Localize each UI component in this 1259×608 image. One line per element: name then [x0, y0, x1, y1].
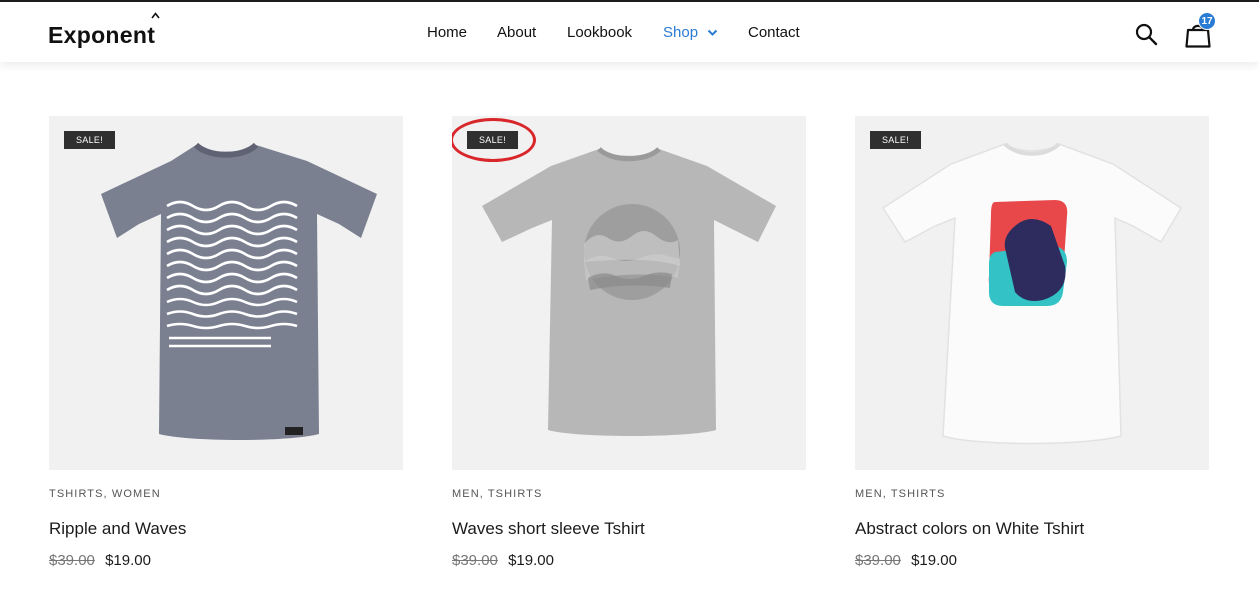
product-price: $39.00 $19.00	[49, 551, 403, 571]
tshirt-image	[482, 147, 776, 436]
nav-contact[interactable]: Contact	[748, 23, 800, 43]
tshirt-image	[881, 142, 1183, 445]
sale-badge: SALE!	[870, 131, 922, 149]
product-categories[interactable]: TSHIRTS, WOMEN	[49, 487, 403, 501]
product-title[interactable]: Waves short sleeve Tshirt	[452, 518, 806, 540]
product-title[interactable]: Ripple and Waves	[49, 518, 403, 540]
site-header: Exponent Home About Lookbook Shop Contac…	[0, 2, 1259, 62]
sale-price: $19.00	[508, 552, 554, 569]
product-card: SALE! MEN, TSHIRTS Waves short sleeve Ts…	[452, 116, 806, 571]
product-card: SALE! MEN, TSHIRTS Abstract colors on Wh…	[855, 116, 1209, 571]
product-card: SALE! TSHIRTS, WOMEN Ripple and Waves $3…	[49, 116, 403, 571]
original-price: $39.00	[855, 552, 901, 569]
product-image-link[interactable]: SALE!	[452, 116, 806, 470]
product-title[interactable]: Abstract colors on White Tshirt	[855, 518, 1209, 540]
product-price: $39.00 $19.00	[452, 551, 806, 571]
logo-caret-icon	[151, 12, 160, 19]
sale-price: $19.00	[911, 552, 957, 569]
original-price: $39.00	[49, 552, 95, 569]
product-image-link[interactable]: SALE!	[49, 116, 403, 470]
main-nav: Home About Lookbook Shop Contact	[0, 23, 1259, 45]
product-categories[interactable]: MEN, TSHIRTS	[855, 487, 1209, 501]
chevron-down-icon[interactable]	[707, 29, 718, 37]
product-price: $39.00 $19.00	[855, 551, 1209, 571]
nav-home[interactable]: Home	[427, 23, 467, 43]
original-price: $39.00	[452, 552, 498, 569]
product-categories[interactable]: MEN, TSHIRTS	[452, 487, 806, 501]
sale-price: $19.00	[105, 552, 151, 569]
sale-badge: SALE!	[64, 131, 116, 149]
nav-lookbook[interactable]: Lookbook	[567, 23, 632, 43]
cart-button[interactable]: 17	[1183, 12, 1216, 50]
search-icon[interactable]	[1134, 22, 1158, 46]
sale-badge-highlight	[452, 118, 536, 162]
nav-about[interactable]: About	[497, 23, 536, 43]
nav-shop[interactable]: Shop	[663, 23, 698, 43]
cart-count-badge: 17	[1198, 12, 1216, 30]
product-image-link[interactable]: SALE!	[855, 116, 1209, 470]
tshirt-image	[101, 142, 377, 440]
